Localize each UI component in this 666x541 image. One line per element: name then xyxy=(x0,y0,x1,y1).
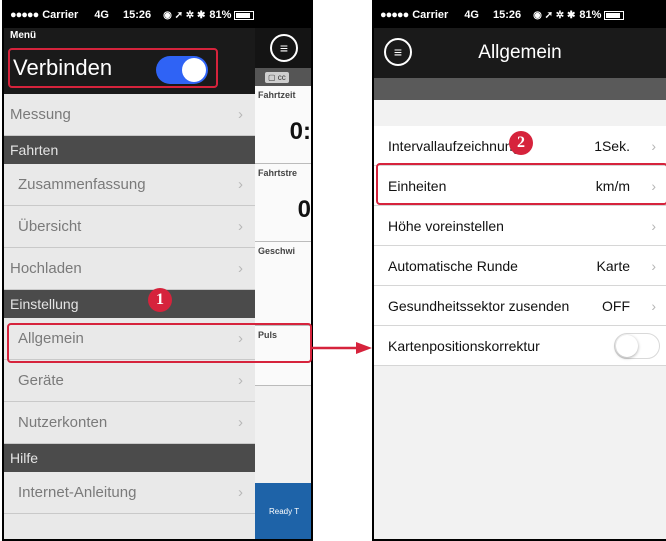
sub-bar xyxy=(374,78,666,100)
settings-list: Intervallaufzeichnung 1Sek. › Einheiten km/m… xyxy=(374,126,666,366)
allgemein-highlight-frame xyxy=(7,323,312,363)
status-icons: ◉ ➚ ✲ ✱ xyxy=(163,9,206,21)
underlay-tagbar: ▢ cc xyxy=(255,68,311,86)
connect-toggle[interactable] xyxy=(156,56,208,84)
settings-row-value: Karte xyxy=(596,257,630,274)
menu-item-label: Hochladen xyxy=(10,260,82,277)
menu-item-label: Übersicht xyxy=(18,218,82,235)
chevron-right-icon: › xyxy=(238,106,243,123)
menu-section-header: Hilfe xyxy=(4,444,255,472)
settings-row-label: Gesundheitssektor zusenden xyxy=(388,297,570,314)
menu-item-label: Internet-Anleitung xyxy=(18,484,137,501)
einheiten-highlight-frame xyxy=(376,163,666,205)
settings-row[interactable]: Höhe voreinstellen › xyxy=(374,206,666,246)
settings-row-label: Kartenpositionskorrektur xyxy=(388,337,540,354)
menu-item-label: Nutzerkonten xyxy=(18,414,108,431)
step-badge-1: 1 xyxy=(148,288,172,312)
menu-item[interactable]: Nutzerkonten › xyxy=(4,402,255,444)
menu-icon[interactable]: ≡ xyxy=(384,38,412,66)
toggle-knob xyxy=(616,335,638,357)
chevron-right-icon: › xyxy=(238,414,243,431)
menu-item[interactable]: Hochladen › xyxy=(4,248,255,290)
dashboard-underlay: ≡ ▢ cc Fahrtzeit 0: Fahrtstre 0 Geschwi … xyxy=(255,28,311,539)
signal-icon: ●●●●● xyxy=(10,9,39,21)
chevron-right-icon: › xyxy=(238,484,243,501)
underlay-block-distance: Fahrtstre 0 xyxy=(255,164,311,242)
nav-bar: ≡ Allgemein xyxy=(374,28,666,78)
menu-list: Messung › Fahrten Zusammenfassung › Übersicht… xyxy=(4,94,255,514)
battery-icon xyxy=(234,10,255,20)
carrier-label: Carrier xyxy=(42,9,79,21)
time-label: 15:26 xyxy=(493,9,522,21)
battery-label: 81% xyxy=(209,9,232,21)
underlay-block-speed: Geschwi xyxy=(255,242,311,326)
stage: ●●●●● Carrier 4G 15:26 ◉ ➚ ✲ ✱ 81% ≡ ▢ c… xyxy=(0,0,666,541)
underlay-topbar: ≡ xyxy=(255,28,311,68)
settings-row-value: 1Sek. xyxy=(594,137,630,154)
menu-item-label: Messung xyxy=(10,106,71,123)
menu-item[interactable]: Übersicht › xyxy=(4,206,255,248)
page-title: Allgemein xyxy=(478,42,562,63)
chevron-right-icon: › xyxy=(651,297,656,314)
chevron-right-icon: › xyxy=(651,217,656,234)
chevron-right-icon: › xyxy=(238,218,243,235)
block-label: Fahrtzeit xyxy=(258,90,296,100)
menu-item[interactable]: Geräte › xyxy=(4,360,255,402)
network-label: 4G xyxy=(464,9,479,21)
step-badge-2: 2 xyxy=(509,131,533,155)
menu-section-header: Einstellung xyxy=(4,290,255,318)
menu-item-label: Zusammenfassung xyxy=(18,176,146,193)
connect-row: Verbinden xyxy=(8,48,218,88)
settings-row[interactable]: Kartenpositionskorrektur xyxy=(374,326,666,366)
phone-menu-screen: ●●●●● Carrier 4G 15:26 ◉ ➚ ✲ ✱ 81% ≡ ▢ c… xyxy=(2,0,313,541)
menu-item[interactable]: Zusammenfassung › xyxy=(4,164,255,206)
battery-label: 81% xyxy=(579,9,602,21)
settings-row-label: Automatische Runde xyxy=(388,257,518,274)
side-menu: Menü Verbinden Messung › Fahrten Zusammenfa… xyxy=(4,28,255,539)
phone-settings-screen: ●●●●● Carrier 4G 15:26 ◉ ➚ ✲ ✱ 81% ≡ All… xyxy=(372,0,666,541)
block-label: Fahrtstre xyxy=(258,168,298,178)
time-label: 15:26 xyxy=(123,9,152,21)
carrier-label: Carrier xyxy=(412,9,449,21)
block-value: 0: xyxy=(289,118,311,145)
block-label: Geschwi xyxy=(258,246,296,256)
settings-row-label: Intervallaufzeichnung xyxy=(388,137,521,154)
menu-item-label: Geräte xyxy=(18,372,64,389)
menu-item[interactable]: Messung › xyxy=(4,94,255,136)
chevron-right-icon: › xyxy=(238,176,243,193)
chevron-right-icon: › xyxy=(651,257,656,274)
arrow-icon xyxy=(312,342,372,354)
signal-icon: ●●●●● xyxy=(380,9,409,21)
toggle-knob xyxy=(182,58,206,82)
ready-bar: Ready T xyxy=(255,483,311,539)
settings-row-value: OFF xyxy=(602,297,630,314)
chevron-right-icon: › xyxy=(238,372,243,389)
underlay-block-time: Fahrtzeit 0: xyxy=(255,86,311,164)
settings-row[interactable]: Gesundheitssektor zusenden OFF › xyxy=(374,286,666,326)
block-value: 0 xyxy=(297,196,311,223)
network-label: 4G xyxy=(94,9,109,21)
status-bar: ●●●●● Carrier 4G 15:26 ◉ ➚ ✲ ✱ 81% xyxy=(4,2,311,28)
menu-title: Menü xyxy=(10,30,37,41)
menu-section-header: Fahrten xyxy=(4,136,255,164)
status-bar: ●●●●● Carrier 4G 15:26 ◉ ➚ ✲ ✱ 81% xyxy=(374,2,666,28)
chevron-right-icon: › xyxy=(238,260,243,277)
status-icons: ◉ ➚ ✲ ✱ xyxy=(533,9,576,21)
menu-icon[interactable]: ≡ xyxy=(270,34,298,62)
connect-label: Verbinden xyxy=(13,55,113,80)
settings-row[interactable]: Automatische Runde Karte › xyxy=(374,246,666,286)
battery-icon xyxy=(604,10,625,20)
chevron-right-icon: › xyxy=(651,137,656,154)
cc-tag: ▢ cc xyxy=(265,71,289,83)
menu-item[interactable]: Internet-Anleitung › xyxy=(4,472,255,514)
settings-row-label: Höhe voreinstellen xyxy=(388,217,504,234)
menu-header: Menü Verbinden xyxy=(4,28,255,94)
settings-toggle[interactable] xyxy=(614,333,660,359)
